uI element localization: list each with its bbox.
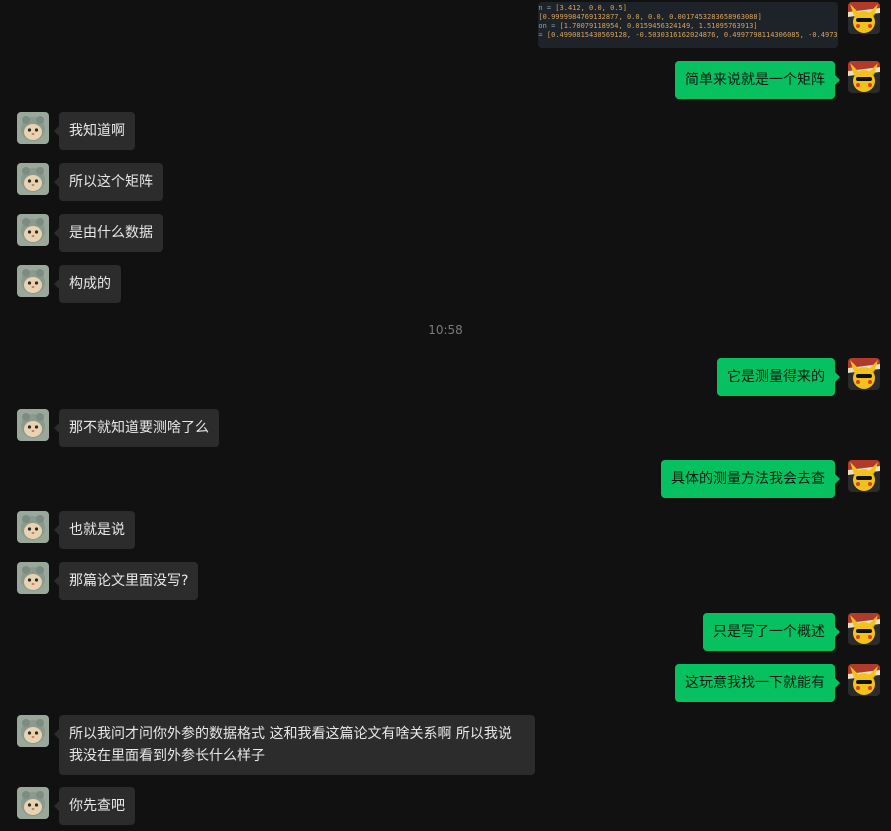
incoming-message[interactable]: 也就是说 bbox=[54, 511, 135, 549]
user-avatar[interactable] bbox=[848, 2, 880, 34]
contact-avatar[interactable] bbox=[17, 787, 49, 819]
user-avatar[interactable] bbox=[848, 613, 880, 645]
user-avatar[interactable] bbox=[848, 358, 880, 390]
incoming-message[interactable]: 所以这个矩阵 bbox=[54, 163, 163, 201]
code-line: ion = [3.412, 0.0, 0.5] bbox=[538, 4, 627, 12]
message-timestamp: 10:58 bbox=[428, 323, 463, 337]
outgoing-message[interactable]: 只是写了一个概述 bbox=[703, 613, 840, 651]
code-line: tion = [1.70079118954, 0.0159456324149, … bbox=[538, 22, 758, 30]
contact-avatar[interactable] bbox=[17, 163, 49, 195]
contact-avatar[interactable] bbox=[17, 715, 49, 747]
contact-avatar[interactable] bbox=[17, 409, 49, 441]
user-avatar[interactable] bbox=[848, 664, 880, 696]
outgoing-message[interactable]: 具体的测量方法我会去查 bbox=[661, 460, 840, 498]
outgoing-message[interactable]: 它是测量得来的 bbox=[717, 358, 840, 396]
incoming-message[interactable]: 所以我问才问你外参的数据格式 这和我看这篇论文有啥关系啊 所以我说我没在里面看到… bbox=[54, 715, 535, 775]
incoming-message[interactable]: 你先查吧 bbox=[54, 787, 135, 825]
user-avatar[interactable] bbox=[848, 460, 880, 492]
outgoing-message[interactable]: 这玩意我找一下就能有 bbox=[675, 664, 840, 702]
code-screenshot-image[interactable]: ion = [3.412, 0.0, 0.5] = [0.99999847691… bbox=[538, 2, 838, 48]
code-line: = [0.9999984769132877, 0.0, 0.0, 0.00174… bbox=[538, 13, 762, 21]
code-line: n = [0.4990815430569128, -0.503031616202… bbox=[538, 31, 838, 39]
incoming-message[interactable]: 那篇论文里面没写? bbox=[53, 562, 199, 600]
incoming-message[interactable]: 那不就知道要测啥了么 bbox=[54, 409, 219, 447]
contact-avatar[interactable] bbox=[17, 562, 49, 594]
incoming-message[interactable]: 我知道啊 bbox=[54, 112, 135, 150]
contact-avatar[interactable] bbox=[17, 214, 49, 246]
incoming-message[interactable]: 是由什么数据 bbox=[54, 214, 163, 252]
user-avatar[interactable] bbox=[848, 61, 880, 93]
contact-avatar[interactable] bbox=[17, 112, 49, 144]
outgoing-message[interactable]: 简单来说就是一个矩阵 bbox=[675, 61, 840, 99]
contact-avatar[interactable] bbox=[17, 511, 49, 543]
incoming-message[interactable]: 构成的 bbox=[54, 265, 121, 303]
contact-avatar[interactable] bbox=[17, 265, 49, 297]
